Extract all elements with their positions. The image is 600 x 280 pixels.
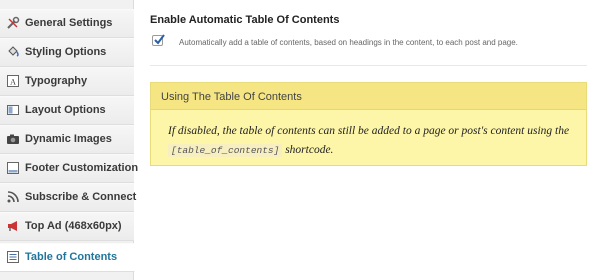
sidebar-item-label: General Settings: [25, 17, 113, 29]
paint-bucket-icon: [6, 45, 20, 59]
sidebar-item-label: Typography: [25, 75, 88, 87]
svg-text:A: A: [10, 78, 16, 87]
sidebar-item-styling-options[interactable]: Styling Options: [0, 38, 134, 67]
sidebar-item-layout-options[interactable]: Layout Options: [0, 96, 134, 125]
sidebar-item-general-settings[interactable]: General Settings: [0, 9, 134, 38]
info-notice: Using The Table Of Contents If disabled,…: [150, 82, 587, 166]
checkmark-icon: [154, 34, 165, 45]
sidebar-item-footer-customization[interactable]: Footer Customization: [0, 154, 138, 183]
enable-toc-checkbox[interactable]: [152, 34, 165, 46]
notice-text-after: shortcode.: [285, 144, 334, 156]
notice-header: Using The Table Of Contents: [151, 83, 586, 110]
sidebar-item-label: Subscribe & Connect: [25, 191, 137, 203]
megaphone-icon: [6, 219, 20, 233]
sidebar-item-table-of-contents[interactable]: Table of Contents: [0, 243, 135, 272]
table-of-contents-icon: [6, 250, 20, 264]
divider: [150, 65, 587, 66]
sidebar-item-subscribe-connect[interactable]: Subscribe & Connect: [0, 183, 137, 212]
shortcode: [table_of_contents]: [168, 144, 283, 157]
sidebar-item-label: Layout Options: [25, 104, 106, 116]
sidebar-item-label: Top Ad (468x60px): [25, 220, 122, 232]
footer-icon: [6, 161, 20, 175]
notice-title: Using The Table Of Contents: [161, 91, 302, 103]
section-title: Enable Automatic Table Of Contents: [150, 14, 340, 26]
sidebar-item-label: Table of Contents: [25, 251, 118, 263]
sidebar-item-label: Footer Customization: [25, 162, 139, 174]
settings-panel: Enable Automatic Table Of Contents Autom…: [150, 0, 590, 280]
sidebar-item-top-ad[interactable]: Top Ad (468x60px): [0, 212, 134, 241]
rss-icon: [6, 190, 20, 204]
sidebar-item-typography[interactable]: A Typography: [0, 67, 134, 96]
sidebar-item-dynamic-images[interactable]: Dynamic Images: [0, 125, 134, 154]
sidebar-item-label: Dynamic Images: [25, 133, 112, 145]
settings-sidebar: General Settings Styling Options A Typog…: [0, 0, 138, 280]
camera-icon: [6, 132, 20, 146]
font-icon: A: [6, 74, 20, 88]
sidebar-item-label: Styling Options: [25, 46, 107, 58]
wrench-screwdriver-icon: [6, 16, 20, 30]
layout-icon: [6, 103, 20, 117]
notice-body: If disabled, the table of contents can s…: [168, 122, 578, 160]
notice-text-before: If disabled, the table of contents can s…: [168, 125, 570, 137]
checkbox-description: Automatically add a table of contents, b…: [179, 38, 518, 47]
